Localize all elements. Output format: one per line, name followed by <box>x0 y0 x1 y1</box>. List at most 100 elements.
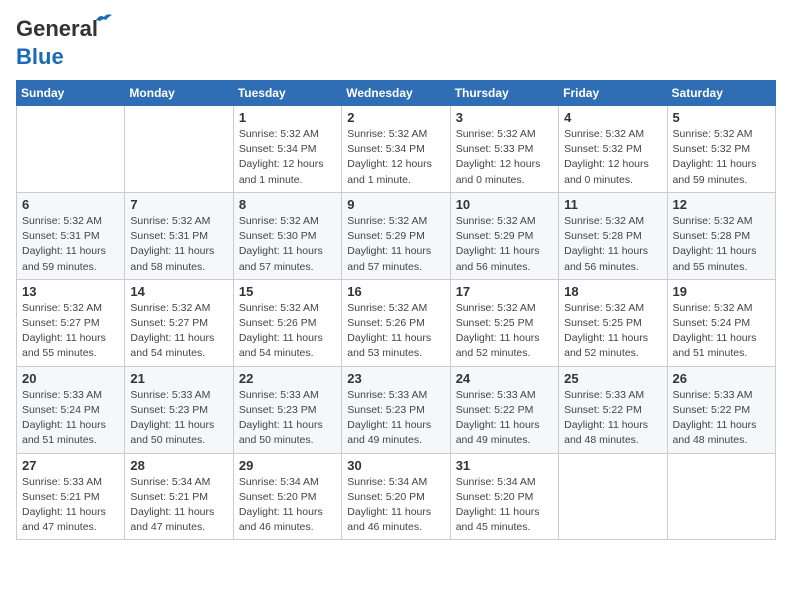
day-number: 23 <box>347 371 444 386</box>
day-info: Sunrise: 5:32 AMSunset: 5:27 PMDaylight:… <box>130 301 227 362</box>
day-number: 6 <box>22 197 119 212</box>
day-info: Sunrise: 5:32 AMSunset: 5:33 PMDaylight:… <box>456 127 553 188</box>
day-info: Sunrise: 5:33 AMSunset: 5:23 PMDaylight:… <box>239 388 336 449</box>
day-number: 17 <box>456 284 553 299</box>
day-number: 18 <box>564 284 661 299</box>
weekday-header: Tuesday <box>233 81 341 106</box>
calendar-cell: 3Sunrise: 5:32 AMSunset: 5:33 PMDaylight… <box>450 106 558 193</box>
calendar-cell: 29 Sunrise: 5:34 AMSunset: 5:20 PMDayligh… <box>233 453 341 540</box>
day-number: 9 <box>347 197 444 212</box>
calendar-cell: 15Sunrise: 5:32 AMSunset: 5:26 PMDayligh… <box>233 279 341 366</box>
calendar-cell <box>125 106 233 193</box>
day-info: Sunrise: 5:32 AMSunset: 5:34 PMDaylight:… <box>347 127 444 188</box>
calendar-cell: 27Sunrise: 5:33 AMSunset: 5:21 PMDayligh… <box>17 453 125 540</box>
calendar-cell: 24 Sunrise: 5:33 AMSunset: 5:22 PMDayligh… <box>450 366 558 453</box>
calendar-cell: 2 Sunrise: 5:32 AMSunset: 5:34 PMDaylight… <box>342 106 450 193</box>
day-info: Sunrise: 5:32 AMSunset: 5:34 PMDaylight:… <box>239 127 336 188</box>
calendar-cell: 31Sunrise: 5:34 AMSunset: 5:20 PMDayligh… <box>450 453 558 540</box>
weekday-header: Wednesday <box>342 81 450 106</box>
page-header: General Blue <box>16 16 776 70</box>
calendar-cell: 13 Sunrise: 5:32 AMSunset: 5:27 PMDayligh… <box>17 279 125 366</box>
logo-general: General <box>16 16 98 41</box>
day-number: 13 <box>22 284 119 299</box>
weekday-header: Thursday <box>450 81 558 106</box>
weekday-header: Sunday <box>17 81 125 106</box>
day-number: 5 <box>673 110 770 125</box>
day-info: Sunrise: 5:32 AMSunset: 5:29 PMDaylight:… <box>347 214 444 275</box>
calendar-cell: 21 Sunrise: 5:33 AMSunset: 5:23 PMDayligh… <box>125 366 233 453</box>
calendar-header-row: SundayMondayTuesdayWednesdayThursdayFrid… <box>17 81 776 106</box>
day-info: Sunrise: 5:32 AMSunset: 5:32 PMDaylight:… <box>673 127 770 188</box>
day-number: 15 <box>239 284 336 299</box>
day-number: 19 <box>673 284 770 299</box>
calendar-cell: 28 Sunrise: 5:34 AMSunset: 5:21 PMDayligh… <box>125 453 233 540</box>
day-info: Sunrise: 5:33 AMSunset: 5:24 PMDaylight:… <box>22 388 119 449</box>
day-info: Sunrise: 5:33 AMSunset: 5:22 PMDaylight:… <box>673 388 770 449</box>
day-number: 7 <box>130 197 227 212</box>
day-number: 30 <box>347 458 444 473</box>
day-info: Sunrise: 5:32 AMSunset: 5:27 PMDaylight:… <box>22 301 119 362</box>
calendar-cell: 22 Sunrise: 5:33 AMSunset: 5:23 PMDayligh… <box>233 366 341 453</box>
calendar-cell: 18 Sunrise: 5:32 AMSunset: 5:25 PMDayligh… <box>559 279 667 366</box>
day-number: 29 <box>239 458 336 473</box>
calendar-cell: 11Sunrise: 5:32 AMSunset: 5:28 PMDayligh… <box>559 192 667 279</box>
day-info: Sunrise: 5:32 AMSunset: 5:28 PMDaylight:… <box>673 214 770 275</box>
day-number: 24 <box>456 371 553 386</box>
day-number: 16 <box>347 284 444 299</box>
day-info: Sunrise: 5:33 AMSunset: 5:22 PMDaylight:… <box>456 388 553 449</box>
day-number: 22 <box>239 371 336 386</box>
calendar-cell: 4 Sunrise: 5:32 AMSunset: 5:32 PMDaylight… <box>559 106 667 193</box>
calendar-cell: 25 Sunrise: 5:33 AMSunset: 5:22 PMDayligh… <box>559 366 667 453</box>
calendar-cell: 6 Sunrise: 5:32 AMSunset: 5:31 PMDaylight… <box>17 192 125 279</box>
weekday-header: Monday <box>125 81 233 106</box>
day-number: 21 <box>130 371 227 386</box>
calendar-cell: 20 Sunrise: 5:33 AMSunset: 5:24 PMDayligh… <box>17 366 125 453</box>
weekday-header: Friday <box>559 81 667 106</box>
weekday-header: Saturday <box>667 81 775 106</box>
day-info: Sunrise: 5:32 AMSunset: 5:30 PMDaylight:… <box>239 214 336 275</box>
logo: General Blue <box>16 16 98 70</box>
logo-bird-icon <box>94 12 112 26</box>
calendar-cell: 16 Sunrise: 5:32 AMSunset: 5:26 PMDayligh… <box>342 279 450 366</box>
day-number: 25 <box>564 371 661 386</box>
calendar-cell: 14 Sunrise: 5:32 AMSunset: 5:27 PMDayligh… <box>125 279 233 366</box>
day-number: 8 <box>239 197 336 212</box>
day-number: 1 <box>239 110 336 125</box>
calendar-cell: 23Sunrise: 5:33 AMSunset: 5:23 PMDayligh… <box>342 366 450 453</box>
day-info: Sunrise: 5:33 AMSunset: 5:22 PMDaylight:… <box>564 388 661 449</box>
calendar-week-row: 1 Sunrise: 5:32 AMSunset: 5:34 PMDaylight… <box>17 106 776 193</box>
day-info: Sunrise: 5:32 AMSunset: 5:31 PMDaylight:… <box>130 214 227 275</box>
day-info: Sunrise: 5:32 AMSunset: 5:28 PMDaylight:… <box>564 214 661 275</box>
calendar-cell: 12 Sunrise: 5:32 AMSunset: 5:28 PMDayligh… <box>667 192 775 279</box>
day-info: Sunrise: 5:34 AMSunset: 5:20 PMDaylight:… <box>239 475 336 536</box>
day-number: 14 <box>130 284 227 299</box>
day-number: 12 <box>673 197 770 212</box>
calendar-week-row: 6 Sunrise: 5:32 AMSunset: 5:31 PMDaylight… <box>17 192 776 279</box>
day-number: 2 <box>347 110 444 125</box>
calendar-cell: 30Sunrise: 5:34 AMSunset: 5:20 PMDayligh… <box>342 453 450 540</box>
day-number: 10 <box>456 197 553 212</box>
day-info: Sunrise: 5:33 AMSunset: 5:23 PMDaylight:… <box>130 388 227 449</box>
day-info: Sunrise: 5:32 AMSunset: 5:32 PMDaylight:… <box>564 127 661 188</box>
calendar-week-row: 13 Sunrise: 5:32 AMSunset: 5:27 PMDayligh… <box>17 279 776 366</box>
day-info: Sunrise: 5:32 AMSunset: 5:25 PMDaylight:… <box>564 301 661 362</box>
calendar-cell: 8 Sunrise: 5:32 AMSunset: 5:30 PMDaylight… <box>233 192 341 279</box>
calendar-week-row: 27Sunrise: 5:33 AMSunset: 5:21 PMDayligh… <box>17 453 776 540</box>
day-info: Sunrise: 5:32 AMSunset: 5:25 PMDaylight:… <box>456 301 553 362</box>
calendar-cell: 5 Sunrise: 5:32 AMSunset: 5:32 PMDaylight… <box>667 106 775 193</box>
day-number: 4 <box>564 110 661 125</box>
day-number: 28 <box>130 458 227 473</box>
calendar-cell <box>17 106 125 193</box>
calendar-cell: 17 Sunrise: 5:32 AMSunset: 5:25 PMDayligh… <box>450 279 558 366</box>
day-info: Sunrise: 5:33 AMSunset: 5:21 PMDaylight:… <box>22 475 119 536</box>
day-info: Sunrise: 5:32 AMSunset: 5:26 PMDaylight:… <box>347 301 444 362</box>
calendar-cell: 19Sunrise: 5:32 AMSunset: 5:24 PMDayligh… <box>667 279 775 366</box>
calendar-cell <box>667 453 775 540</box>
day-info: Sunrise: 5:34 AMSunset: 5:21 PMDaylight:… <box>130 475 227 536</box>
calendar-week-row: 20 Sunrise: 5:33 AMSunset: 5:24 PMDayligh… <box>17 366 776 453</box>
calendar-cell: 10Sunrise: 5:32 AMSunset: 5:29 PMDayligh… <box>450 192 558 279</box>
calendar-table: SundayMondayTuesdayWednesdayThursdayFrid… <box>16 80 776 540</box>
day-number: 20 <box>22 371 119 386</box>
logo-blue: Blue <box>16 44 64 70</box>
day-info: Sunrise: 5:32 AMSunset: 5:31 PMDaylight:… <box>22 214 119 275</box>
